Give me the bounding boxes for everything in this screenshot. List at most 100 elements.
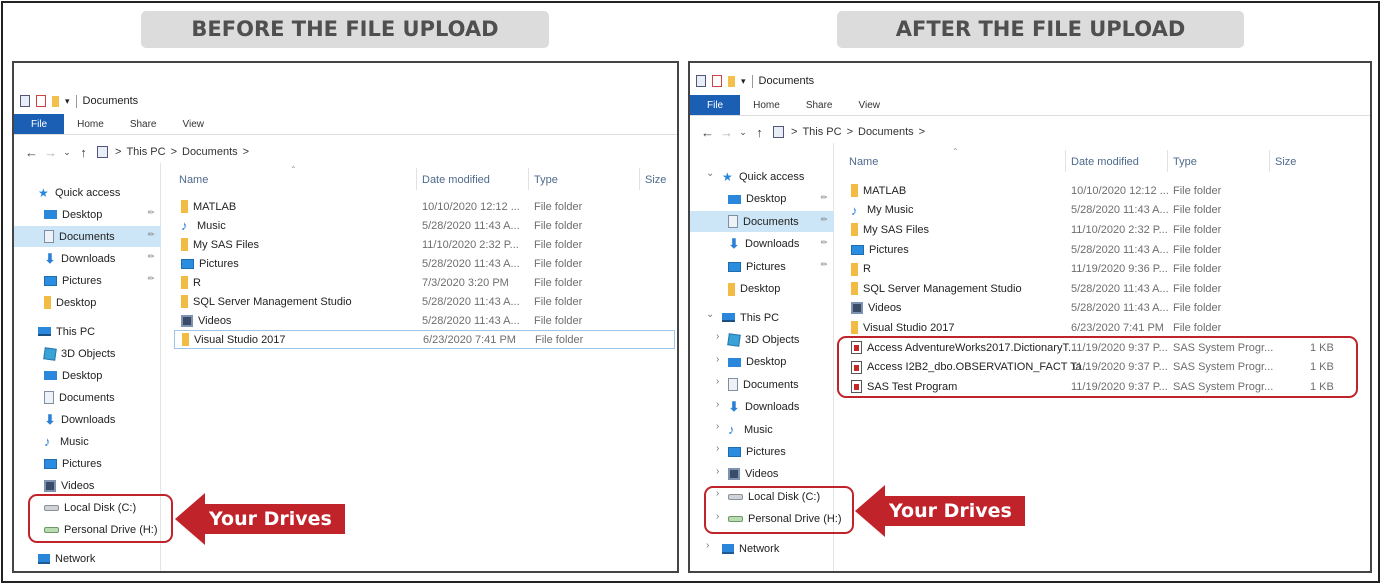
expand-chevron-icon[interactable]: › [716,399,719,410]
file-row[interactable]: MATLAB 10/10/2020 12:12 ... File folder [174,197,675,216]
forward-button[interactable]: → [717,125,736,140]
tab-home[interactable]: Home [64,114,117,134]
expand-chevron-icon[interactable]: › [706,540,709,551]
expand-chevron-icon[interactable]: › [716,421,719,432]
column-header-name[interactable]: Name [849,156,878,168]
sidebar-item-pictures[interactable]: Pictures [16,453,161,474]
column-header-date[interactable]: Date modified [1071,156,1139,168]
sidebar-item-quick-access[interactable]: ★ Quick access [16,182,161,203]
column-header-size[interactable]: Size [645,174,666,186]
sidebar-item-videos[interactable]: Videos [692,464,834,485]
file-row[interactable]: ♪ Music 5/28/2020 11:43 A... File folder [174,216,675,235]
sidebar-item-music[interactable]: ♪ Music [16,431,161,452]
sidebar-item-documents[interactable]: Documents [690,211,834,232]
checkmark-icon[interactable] [36,95,46,107]
file-row[interactable]: Pictures 5/28/2020 11:43 A... File folder [840,240,1368,260]
breadcrumb-this-pc[interactable]: This PC [126,146,165,158]
expand-chevron-icon[interactable]: ⌄ [706,168,714,179]
forward-button[interactable]: → [41,145,60,160]
back-button[interactable]: ← [698,125,717,140]
file-row[interactable]: SQL Server Management Studio 5/28/2020 11… [840,279,1368,299]
sidebar-item-downloads[interactable]: ⬇ Downloads [16,248,161,269]
file-name: Visual Studio 2017 [194,333,286,346]
sidebar-item-3d-objects[interactable]: 3D Objects [16,343,161,364]
expand-chevron-icon[interactable]: ⌄ [706,309,714,320]
sidebar-item-network[interactable]: Network [692,538,834,559]
tab-file[interactable]: File [14,114,65,134]
file-row[interactable]: Videos 5/28/2020 11:43 A... File folder [840,299,1368,319]
pictures-icon [44,275,57,286]
file-row[interactable]: SQL Server Management Studio 5/28/2020 11… [174,292,675,311]
file-row[interactable]: R 7/3/2020 3:20 PM File folder [174,273,675,292]
checkmark-icon[interactable] [712,75,722,87]
sidebar-item-documents[interactable]: Documents [16,387,161,408]
tab-share[interactable]: Share [793,95,846,115]
expand-chevron-icon[interactable]: › [716,443,719,454]
new-folder-icon[interactable] [52,95,59,107]
column-header-date[interactable]: Date modified [422,174,490,186]
tab-view[interactable]: View [846,95,894,115]
file-row[interactable]: MATLAB 10/10/2020 12:12 ... File folder [840,181,1368,201]
sidebar-item-downloads[interactable]: ⬇ Downloads [692,234,834,255]
sidebar-item-pictures[interactable]: Pictures [692,256,834,277]
sidebar-item-pictures[interactable]: Pictures [692,441,834,462]
new-folder-icon[interactable] [728,75,735,87]
column-header-type[interactable]: Type [1173,156,1197,168]
customize-toolbar-icon[interactable]: ▾ [65,96,70,107]
sidebar-item-music[interactable]: ♪ Music [692,419,834,440]
file-type: File folder [534,238,583,251]
file-name: My SAS Files [193,238,260,251]
sidebar-item-desktop[interactable]: Desktop [692,189,834,210]
customize-toolbar-icon[interactable]: ▾ [741,76,746,87]
file-date: 5/28/2020 11:43 A... [1071,243,1169,256]
sidebar-item-desktop[interactable]: Desktop [16,365,161,386]
sidebar-item-desktop[interactable]: Desktop [692,352,834,373]
music-icon: ♪ [851,202,858,218]
tab-share[interactable]: Share [117,114,170,134]
sidebar-item-label: Documents [59,391,115,404]
recent-locations-button[interactable]: ⌄ [60,147,74,158]
sidebar-item-this-pc[interactable]: This PC [16,321,161,342]
properties-icon[interactable] [696,75,706,87]
divider [751,74,753,88]
column-header-type[interactable]: Type [534,174,558,186]
sidebar-item-videos[interactable]: Videos [16,475,161,496]
tab-file[interactable]: File [690,95,741,115]
breadcrumb-documents[interactable]: Documents [858,126,914,138]
expand-chevron-icon[interactable]: › [716,331,719,342]
properties-icon[interactable] [20,95,30,107]
sidebar-item-desktop[interactable]: Desktop [16,292,161,313]
sidebar-item-downloads[interactable]: ⬇ Downloads [692,397,834,418]
breadcrumb-this-pc[interactable]: This PC [802,126,841,138]
back-button[interactable]: ← [22,145,41,160]
file-row[interactable]: R 11/19/2020 9:36 P... File folder [840,259,1368,279]
breadcrumb-documents[interactable]: Documents [182,146,238,158]
tab-view[interactable]: View [170,114,218,134]
column-header-name[interactable]: Name [179,174,208,186]
expand-chevron-icon[interactable]: › [716,376,719,387]
sidebar-item-documents[interactable]: Documents [692,374,834,395]
recent-locations-button[interactable]: ⌄ [736,127,750,138]
file-date: 6/23/2020 7:41 PM [423,333,516,346]
file-row[interactable]: My SAS Files 11/10/2020 2:32 P... File fol… [840,220,1368,240]
file-row[interactable]: My SAS Files 11/10/2020 2:32 P... File fol… [174,235,675,254]
file-row[interactable]: Visual Studio 2017 6/23/2020 7:41 PM File … [840,318,1368,338]
up-button[interactable]: ↑ [74,145,93,160]
up-button[interactable]: ↑ [750,125,769,140]
file-row[interactable]: Videos 5/28/2020 11:43 A... File folder [174,311,675,330]
expand-chevron-icon[interactable]: › [716,466,719,477]
file-row[interactable]: Visual Studio 2017 6/23/2020 7:41 PM File … [174,330,675,349]
expand-chevron-icon[interactable]: › [716,354,719,365]
sidebar-item-desktop[interactable]: Desktop [16,204,161,225]
file-row[interactable]: Pictures 5/28/2020 11:43 A... File folder [174,254,675,273]
file-type: File folder [535,333,584,346]
sidebar-item-3d-objects[interactable]: 3D Objects [692,329,834,350]
sidebar-item-network[interactable]: Network [16,548,161,569]
sidebar-item-documents[interactable]: Documents [14,226,161,247]
file-row[interactable]: ♪ My Music 5/28/2020 11:43 A... File folder [840,201,1368,221]
sidebar-item-pictures[interactable]: Pictures [16,270,161,291]
tab-home[interactable]: Home [740,95,793,115]
sidebar-item-desktop[interactable]: Desktop [692,279,834,300]
column-header-size[interactable]: Size [1275,156,1296,168]
sidebar-item-downloads[interactable]: ⬇ Downloads [16,409,161,430]
